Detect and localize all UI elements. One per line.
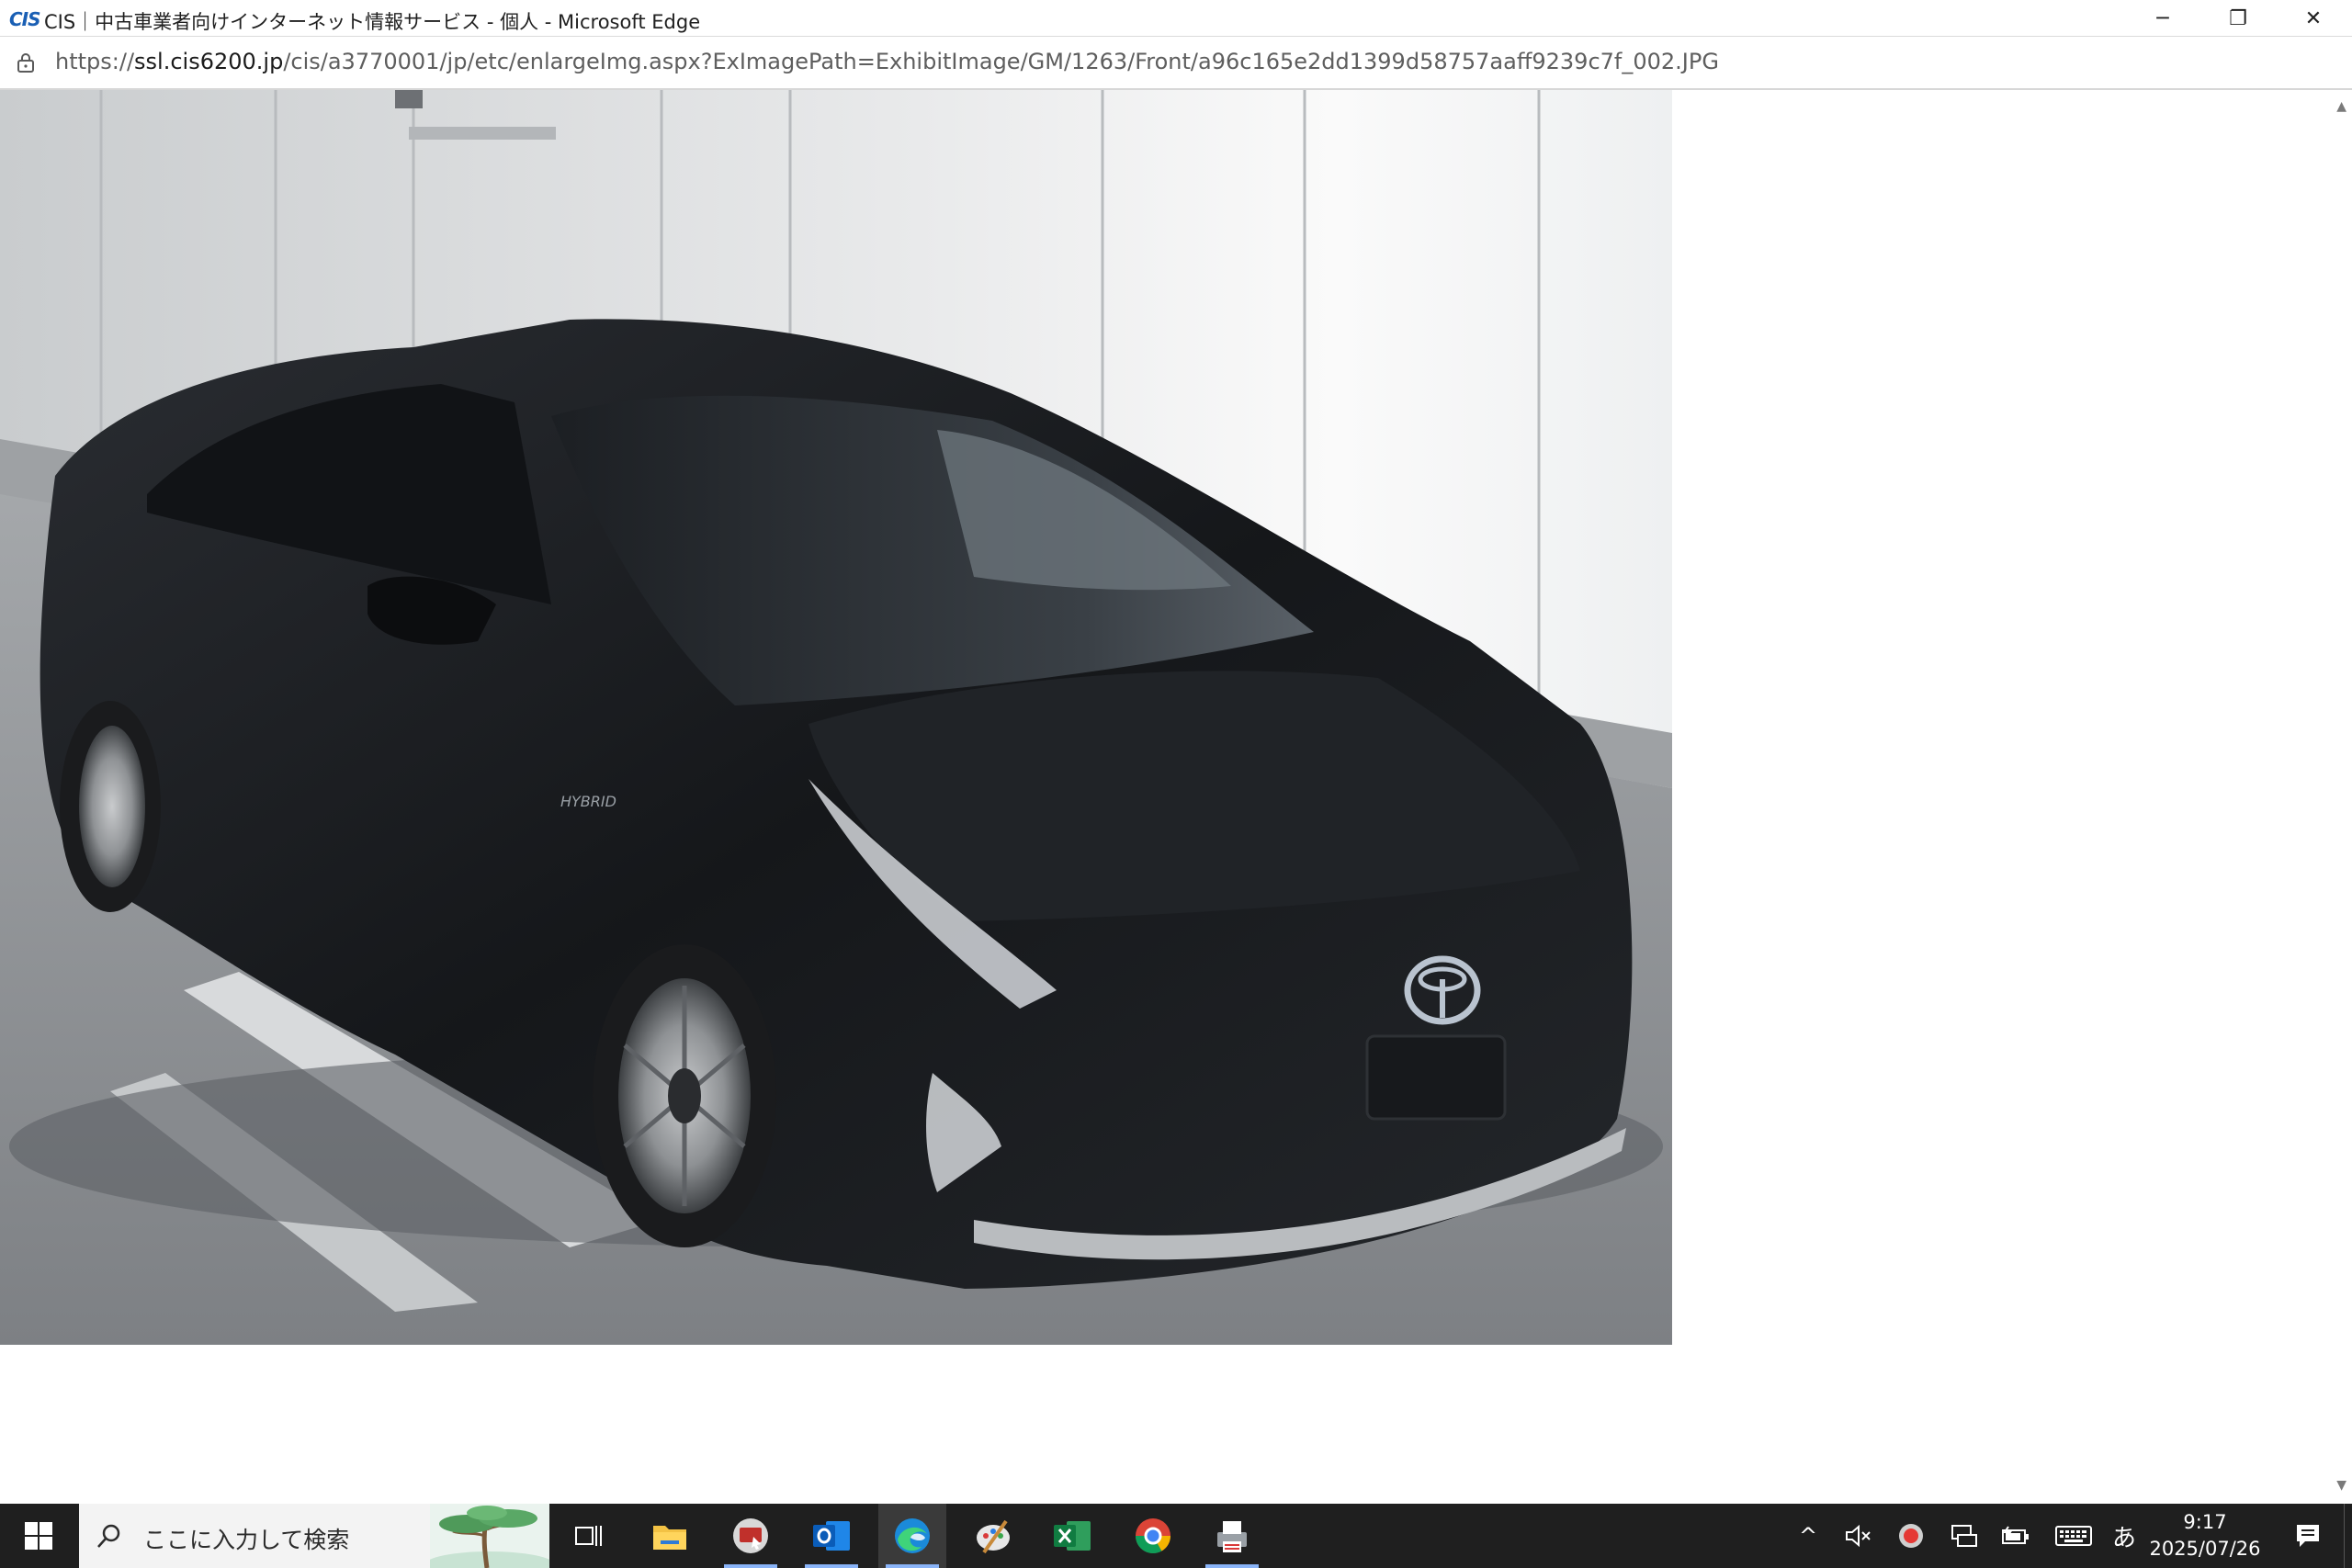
- taskbar-clock[interactable]: 9:17 2025/07/26: [2141, 1509, 2269, 1562]
- car-photo: HYBRID: [0, 90, 1672, 1345]
- network-icon: [1951, 1525, 1977, 1547]
- task-view-button[interactable]: [555, 1504, 623, 1568]
- front-wheel: [593, 944, 776, 1247]
- taskbar-edge[interactable]: [878, 1504, 946, 1568]
- hybrid-badge: HYBRID: [560, 793, 616, 810]
- search-icon: [97, 1524, 120, 1548]
- url-text[interactable]: https://ssl.cis6200.jp/cis/a3770001/jp/e…: [55, 49, 1719, 74]
- excel-icon: [1054, 1521, 1091, 1551]
- running-indicator: [724, 1564, 777, 1568]
- window-title: CIS｜中古車業者向けインターネット情報サービス - 個人 - Microsof…: [44, 11, 701, 33]
- notification-icon: [2297, 1525, 2319, 1547]
- chrome-icon: [1136, 1518, 1170, 1554]
- tray-network[interactable]: [1944, 1504, 1984, 1568]
- start-button[interactable]: [0, 1504, 77, 1568]
- taskbar-chrome[interactable]: [1119, 1504, 1187, 1568]
- tray-volume-muted[interactable]: [1838, 1504, 1878, 1568]
- clock-date: 2025/07/26: [2149, 1538, 2261, 1560]
- taskbar-search-box[interactable]: ここに入力して検索: [79, 1504, 549, 1568]
- taskbar-outlook[interactable]: [797, 1504, 865, 1568]
- license-plate-area: [1365, 1034, 1507, 1121]
- record-icon: [1899, 1524, 1923, 1548]
- show-desktop-button[interactable]: [2344, 1504, 2352, 1568]
- restore-button[interactable]: ❐: [2201, 0, 2275, 37]
- taskbar-excel[interactable]: [1038, 1504, 1106, 1568]
- page-content: HYBRID ▲ ▼: [0, 90, 2352, 1504]
- keyboard-icon: [2055, 1526, 2092, 1546]
- taskbar-app-remote[interactable]: [717, 1504, 785, 1568]
- tray-recording-app[interactable]: [1891, 1504, 1931, 1568]
- url-host: ssl.cis6200.jp: [134, 49, 284, 74]
- action-center-button[interactable]: [2280, 1504, 2335, 1568]
- clock-time: 9:17: [2183, 1511, 2227, 1533]
- volume-muted-icon: [1846, 1524, 1871, 1548]
- url-scheme: https://: [55, 49, 135, 74]
- tray-chevron-up-icon[interactable]: ^: [1790, 1504, 1826, 1568]
- paint-icon: [977, 1519, 1010, 1554]
- edge-icon: [895, 1518, 930, 1553]
- url-path: /cis/a3770001/jp/etc/enlargeImg.aspx?ExI…: [283, 49, 1719, 74]
- taskbar: ここに入力して検索 ^ あ 9:17 2025/07/26: [0, 1504, 2352, 1568]
- tray-battery[interactable]: [1996, 1504, 2036, 1568]
- rear-wheel: [60, 701, 161, 912]
- minimize-button[interactable]: ─: [2126, 0, 2199, 37]
- tray-ime-indicator[interactable]: あ: [2106, 1504, 2143, 1568]
- task-view-icon: [575, 1526, 602, 1546]
- scroll-down-arrow[interactable]: ▼: [2336, 1478, 2346, 1493]
- close-button[interactable]: ✕: [2277, 0, 2350, 37]
- taskbar-paint[interactable]: [959, 1504, 1027, 1568]
- remote-app-icon: [733, 1518, 768, 1553]
- cis-logo: CIS: [9, 8, 41, 30]
- printer-icon: [1217, 1521, 1247, 1552]
- search-placeholder: ここに入力して検索: [143, 1527, 350, 1553]
- windows-logo-icon: [25, 1522, 52, 1550]
- taskbar-file-explorer[interactable]: [636, 1504, 704, 1568]
- address-bar[interactable]: https://ssl.cis6200.jp/cis/a3770001/jp/e…: [0, 37, 2352, 90]
- taskbar-printer-app[interactable]: [1198, 1504, 1266, 1568]
- running-indicator: [886, 1564, 939, 1568]
- running-indicator: [1205, 1564, 1259, 1568]
- outlook-icon: [813, 1521, 850, 1551]
- lock-icon[interactable]: [15, 51, 37, 73]
- running-indicator: [805, 1564, 858, 1568]
- folder-icon: [653, 1526, 686, 1550]
- tray-touch-keyboard[interactable]: [2051, 1504, 2097, 1568]
- scroll-up-arrow[interactable]: ▲: [2336, 99, 2346, 114]
- battery-charging-icon: [2002, 1526, 2029, 1544]
- window-title-bar: CIS CIS｜中古車業者向けインターネット情報サービス - 個人 - Micr…: [0, 0, 2352, 37]
- search-highlight-illustration: [430, 1504, 549, 1568]
